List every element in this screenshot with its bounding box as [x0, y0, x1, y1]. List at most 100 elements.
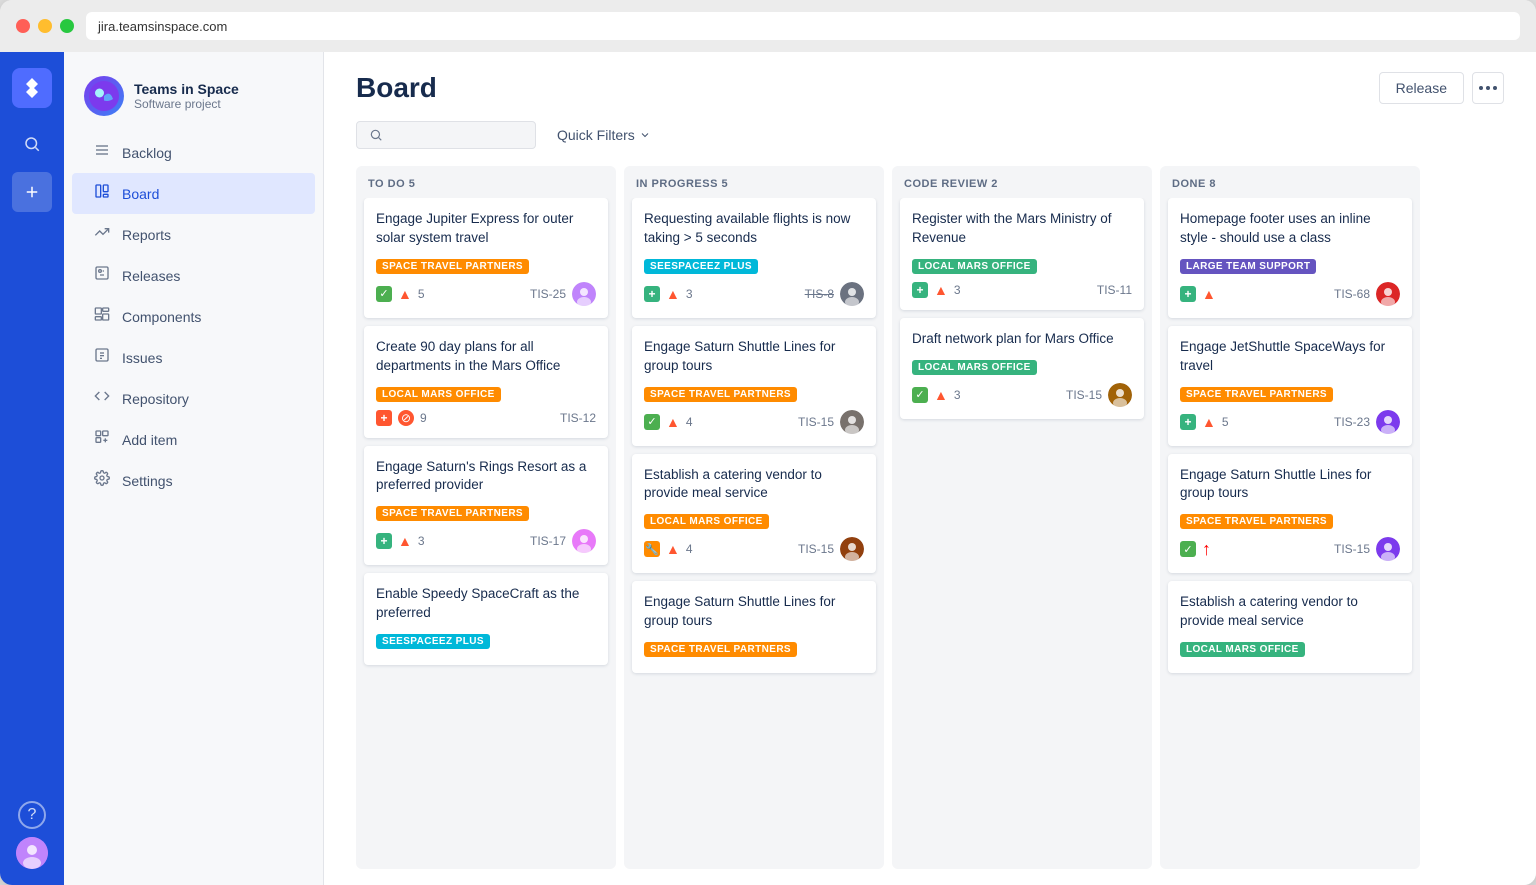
- priority-icon: ▲: [666, 414, 680, 430]
- card-label: LOCAL MARS OFFICE: [912, 360, 1037, 375]
- plus-green-icon: +: [912, 282, 928, 298]
- card-footer: 🔧 ▲ 4 TIS-15: [644, 537, 864, 561]
- url-bar[interactable]: jira.teamsinspace.com: [86, 12, 1520, 40]
- check-icon: ✓: [912, 387, 928, 403]
- card-label: LOCAL MARS OFFICE: [644, 514, 769, 529]
- plus-green-icon: +: [644, 286, 660, 302]
- column-codereview-cards: Register with the Mars Ministry of Reven…: [892, 198, 1152, 869]
- block-icon: ⊘: [398, 410, 414, 426]
- card-label: SPACE TRAVEL PARTNERS: [1180, 387, 1333, 402]
- sidebar-item-components[interactable]: Components: [72, 296, 315, 337]
- card-title: Register with the Mars Ministry of Reven…: [912, 210, 1132, 248]
- minimize-button[interactable]: [38, 19, 52, 33]
- column-todo: TO DO 5 Engage Jupiter Express for outer…: [356, 166, 616, 869]
- card-id: TIS-68: [1334, 287, 1370, 301]
- project-sub: Software project: [134, 97, 239, 111]
- priority-icon: ▲: [666, 541, 680, 557]
- card-cr-1[interactable]: Register with the Mars Ministry of Reven…: [900, 198, 1144, 310]
- sidebar-item-settings[interactable]: Settings: [72, 460, 315, 501]
- sidebar-item-repository[interactable]: Repository: [72, 378, 315, 419]
- sidebar-label-reports: Reports: [122, 227, 171, 243]
- card-avatar: [1108, 383, 1132, 407]
- card-done-3[interactable]: Engage Saturn Shuttle Lines for group to…: [1168, 454, 1412, 574]
- card-title: Enable Speedy SpaceCraft as the preferre…: [376, 585, 596, 623]
- card-cr-2[interactable]: Draft network plan for Mars Office LOCAL…: [900, 318, 1144, 419]
- card-avatar: [840, 410, 864, 434]
- priority-icon: ▲: [1202, 286, 1216, 302]
- priority-icon: ▲: [934, 387, 948, 403]
- more-options-button[interactable]: [1472, 72, 1504, 104]
- nav-help[interactable]: ?: [18, 801, 46, 829]
- card-inprog-1[interactable]: Requesting available flights is now taki…: [632, 198, 876, 318]
- repository-icon: [92, 388, 112, 409]
- sidebar-item-issues[interactable]: Issues: [72, 337, 315, 378]
- card-id: TIS-15: [798, 415, 834, 429]
- card-id: TIS-17: [530, 534, 566, 548]
- icon-nav: ?: [0, 52, 64, 885]
- titlebar: jira.teamsinspace.com: [0, 0, 1536, 52]
- nav-search[interactable]: [12, 124, 52, 164]
- quick-filter-button[interactable]: Quick Filters: [544, 120, 664, 150]
- card-label: SPACE TRAVEL PARTNERS: [1180, 514, 1333, 529]
- card-title: Establish a catering vendor to provide m…: [1180, 593, 1400, 631]
- card-id: TIS-15: [798, 542, 834, 556]
- window-controls: [16, 19, 74, 33]
- card-inprog-2[interactable]: Engage Saturn Shuttle Lines for group to…: [632, 326, 876, 446]
- components-icon: [92, 306, 112, 327]
- card-id: TIS-12: [560, 411, 596, 425]
- card-tis17[interactable]: Engage Saturn's Rings Resort as a prefer…: [364, 446, 608, 566]
- card-avatar: [1376, 410, 1400, 434]
- plus-green-icon: +: [1180, 414, 1196, 430]
- column-todo-cards: Engage Jupiter Express for outer solar s…: [356, 198, 616, 869]
- app-body: ? Teams in Space Software project: [0, 52, 1536, 885]
- card-tis25[interactable]: Engage Jupiter Express for outer solar s…: [364, 198, 608, 318]
- card-title: Engage Saturn Shuttle Lines for group to…: [644, 593, 864, 631]
- card-id: TIS-11: [1097, 283, 1132, 297]
- board-title: Board: [356, 72, 437, 104]
- card-count: 3: [954, 388, 961, 402]
- priority-icon: ▲: [1202, 414, 1216, 430]
- card-todo-partial[interactable]: Enable Speedy SpaceCraft as the preferre…: [364, 573, 608, 665]
- icon-nav-bottom: ?: [16, 801, 48, 869]
- card-done-partial[interactable]: Establish a catering vendor to provide m…: [1168, 581, 1412, 673]
- plus-green-icon: +: [1180, 286, 1196, 302]
- card-tis12[interactable]: Create 90 day plans for all departments …: [364, 326, 608, 438]
- card-id: TIS-15: [1334, 542, 1370, 556]
- card-inprog-3[interactable]: Establish a catering vendor to provide m…: [632, 454, 876, 574]
- card-footer: + ⊘ 9 TIS-12: [376, 410, 596, 426]
- close-button[interactable]: [16, 19, 30, 33]
- card-title: Homepage footer uses an inline style - s…: [1180, 210, 1400, 248]
- card-done-1[interactable]: Homepage footer uses an inline style - s…: [1168, 198, 1412, 318]
- card-id: TIS-23: [1334, 415, 1370, 429]
- card-footer: ✓ ▲ 4 TIS-15: [644, 410, 864, 434]
- sidebar-item-reports[interactable]: Reports: [72, 214, 315, 255]
- card-title: Engage Jupiter Express for outer solar s…: [376, 210, 596, 248]
- card-avatar: [840, 282, 864, 306]
- wrench-icon: 🔧: [644, 541, 660, 557]
- card-id: TIS-15: [1066, 388, 1102, 402]
- search-box[interactable]: [356, 121, 536, 149]
- card-footer: + ▲ 3 TIS-8: [644, 282, 864, 306]
- column-codereview-header: CODE REVIEW 2: [892, 166, 1152, 198]
- sidebar-item-backlog[interactable]: Backlog: [72, 132, 315, 173]
- card-title: Engage Saturn Shuttle Lines for group to…: [1180, 466, 1400, 504]
- sidebar-label-issues: Issues: [122, 350, 162, 366]
- sidebar-label-backlog: Backlog: [122, 145, 172, 161]
- release-button[interactable]: Release: [1379, 72, 1464, 104]
- sidebar-item-add-item[interactable]: Add item: [72, 419, 315, 460]
- sidebar: Teams in Space Software project Backlog …: [64, 52, 324, 885]
- priority-icon: ▲: [398, 533, 412, 549]
- maximize-button[interactable]: [60, 19, 74, 33]
- card-avatar: [1376, 282, 1400, 306]
- card-title: Engage JetShuttle SpaceWays for travel: [1180, 338, 1400, 376]
- sidebar-item-board[interactable]: Board: [72, 173, 315, 214]
- board-columns: TO DO 5 Engage Jupiter Express for outer…: [324, 166, 1536, 885]
- card-title: Engage Saturn Shuttle Lines for group to…: [644, 338, 864, 376]
- user-avatar[interactable]: [16, 837, 48, 869]
- nav-create[interactable]: [12, 172, 52, 212]
- card-done-2[interactable]: Engage JetShuttle SpaceWays for travel S…: [1168, 326, 1412, 446]
- card-inprog-partial[interactable]: Engage Saturn Shuttle Lines for group to…: [632, 581, 876, 673]
- app-logo[interactable]: [12, 68, 52, 108]
- app-window: jira.teamsinspace.com ?: [0, 0, 1536, 885]
- sidebar-item-releases[interactable]: Releases: [72, 255, 315, 296]
